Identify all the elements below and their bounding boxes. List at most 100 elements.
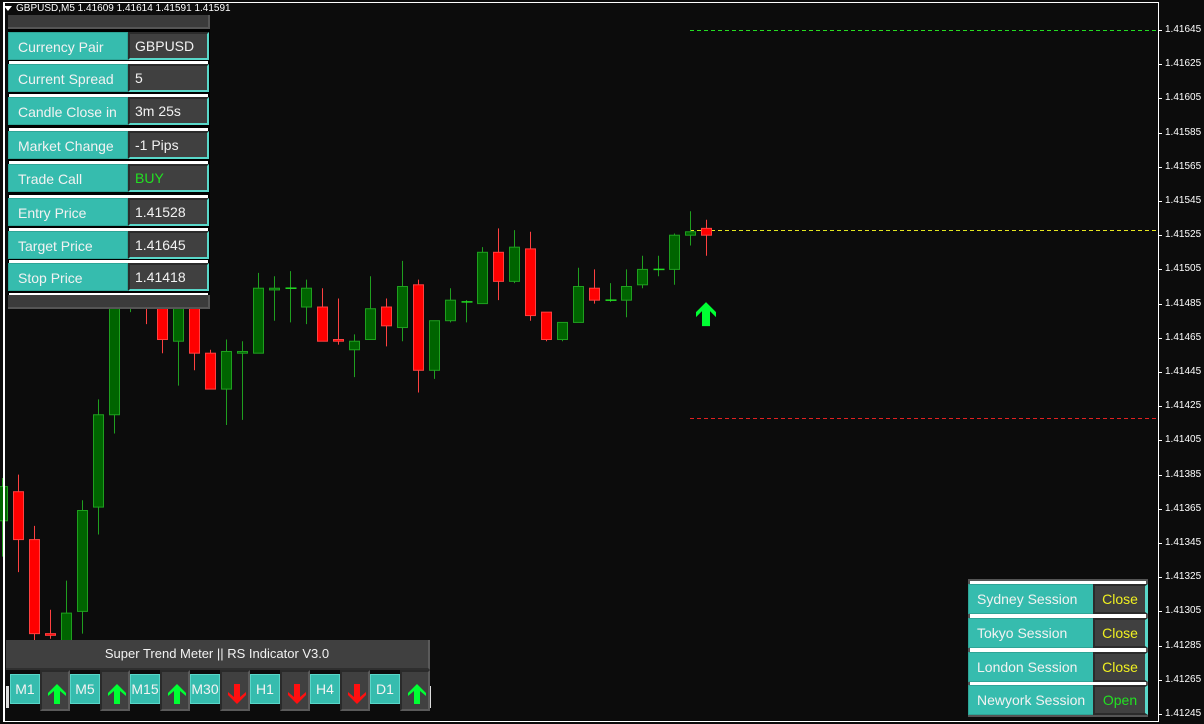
timeframe-d1[interactable]: D1: [370, 674, 400, 704]
chart-title-text: GBPUSD,M5 1.41609 1.41614 1.41591 1.4159…: [16, 3, 231, 14]
arrow-down-icon: [228, 684, 246, 704]
info-label: Stop Price: [8, 263, 128, 291]
info-row-currency-pair: Currency Pair GBPUSD: [8, 32, 209, 62]
info-value: 5: [128, 64, 209, 92]
trend-direction-m1: [40, 670, 70, 711]
trend-direction-d1: [400, 670, 430, 711]
session-row-tokyo: Tokyo Session Close: [968, 618, 1148, 648]
dropdown-triangle-icon[interactable]: [4, 5, 12, 11]
axis-tick: [1158, 474, 1162, 476]
axis-tick: [1158, 508, 1162, 510]
axis-tick: [1158, 645, 1162, 647]
info-value: 1.41528: [128, 198, 209, 226]
axis-tick: [1158, 30, 1162, 31]
info-label: Currency Pair: [8, 32, 128, 60]
timeframe-m1[interactable]: M1: [10, 674, 40, 704]
info-row-market-change: Market Change -1 Pips: [8, 128, 209, 161]
axis-tick: [1158, 543, 1162, 544]
info-label: Market Change: [8, 131, 128, 159]
chart-title: GBPUSD,M5 1.41609 1.41614 1.41591 1.4159…: [4, 3, 231, 14]
trend-meter-title: Super Trend Meter || RS Indicator V3.0: [6, 640, 430, 670]
session-row-newyork: Newyork Session Open: [968, 685, 1148, 715]
info-label: Entry Price: [8, 198, 128, 226]
session-status: Close: [1093, 584, 1148, 614]
info-value: -1 Pips: [128, 131, 209, 159]
axis-tick: [1158, 577, 1162, 579]
trend-direction-m30: [220, 670, 250, 711]
session-status: Open: [1093, 685, 1148, 715]
trend-direction-h4: [340, 670, 370, 711]
axis-tick: [1158, 98, 1162, 100]
axis-tick: [1158, 64, 1162, 66]
axis-label: 1.41245: [1165, 708, 1202, 719]
arrow-down-icon: [348, 684, 366, 704]
session-row-london: London Session Close: [968, 652, 1148, 682]
axis-tick: [1158, 303, 1162, 305]
axis-label: 1.41285: [1165, 639, 1202, 651]
axis-tick: [1158, 406, 1162, 408]
axis-label: 1.41465: [1165, 331, 1202, 343]
info-label: Candle Close in: [8, 97, 128, 125]
info-value: 1.41418: [128, 263, 209, 291]
axis-label: 1.41485: [1165, 297, 1202, 309]
axis-tick: [1158, 372, 1162, 373]
info-panel-header: [8, 15, 210, 29]
info-label: Current Spread: [8, 64, 128, 92]
axis-label: 1.41325: [1165, 571, 1202, 583]
timeframe-m15[interactable]: M15: [130, 674, 160, 704]
info-row-entry-price: Entry Price 1.41528: [8, 195, 209, 228]
info-panel-footer: [8, 295, 210, 309]
arrow-up-icon: [48, 684, 66, 704]
session-label: Sydney Session: [968, 584, 1094, 614]
session-label: Tokyo Session: [968, 618, 1094, 648]
trend-direction-m5: [100, 670, 130, 711]
trend-direction-h1: [280, 670, 310, 711]
info-row-candle-close: Candle Close in 3m 25s: [8, 94, 209, 127]
axis-label: 1.41385: [1165, 468, 1202, 480]
arrow-up-icon: [108, 684, 126, 704]
axis-label: 1.41645: [1165, 24, 1202, 35]
trend-direction-m15: [160, 670, 190, 711]
axis-tick: [1158, 235, 1162, 237]
sessions-panel: Sydney Session Close Tokyo Session Close…: [968, 579, 1148, 719]
axis-tick: [1158, 201, 1162, 202]
arrow-up-icon: [408, 684, 426, 704]
session-status: Close: [1093, 652, 1148, 682]
arrow-down-icon: [288, 684, 306, 704]
timeframe-h1[interactable]: H1: [250, 674, 280, 704]
axis-tick: [1158, 166, 1162, 168]
axis-label: 1.41305: [1165, 605, 1202, 617]
axis-label: 1.41365: [1165, 502, 1202, 514]
axis-tick: [1158, 337, 1162, 339]
axis-tick: [1158, 440, 1162, 442]
axis-tick: [1158, 679, 1162, 681]
axis-label: 1.41405: [1165, 434, 1202, 446]
info-value: 3m 25s: [128, 97, 209, 125]
info-label: Trade Call: [8, 164, 128, 192]
axis-label: 1.41505: [1165, 263, 1202, 275]
axis-tick: [1158, 132, 1162, 134]
info-label: Target Price: [8, 231, 128, 259]
axis-label: 1.41425: [1165, 400, 1202, 412]
session-row-sydney: Sydney Session Close: [968, 584, 1148, 614]
axis-tick: [1158, 269, 1162, 271]
axis-label: 1.41585: [1165, 126, 1202, 138]
axis-label: 1.41545: [1165, 195, 1202, 206]
info-row-trade-call: Trade Call BUY: [8, 161, 209, 194]
super-trend-meter: Super Trend Meter || RS Indicator V3.0 M…: [6, 640, 431, 712]
axis-label: 1.41605: [1165, 92, 1202, 104]
info-row-target-price: Target Price 1.41645: [8, 228, 209, 261]
axis-tick: [1158, 714, 1162, 715]
axis-label: 1.41265: [1165, 673, 1202, 685]
session-label: London Session: [968, 652, 1094, 682]
info-value: 1.41645: [128, 231, 209, 259]
info-row-stop-price: Stop Price 1.41418: [8, 260, 209, 293]
info-row-current-spread: Current Spread 5: [8, 61, 209, 94]
trade-call-value: BUY: [128, 164, 209, 192]
timeframe-m30[interactable]: M30: [190, 674, 220, 704]
timeframe-h4[interactable]: H4: [310, 674, 340, 704]
timeframe-m5[interactable]: M5: [70, 674, 100, 704]
axis-label: 1.41625: [1165, 58, 1202, 70]
info-value: GBPUSD: [128, 32, 209, 60]
axis-label: 1.41565: [1165, 160, 1202, 172]
